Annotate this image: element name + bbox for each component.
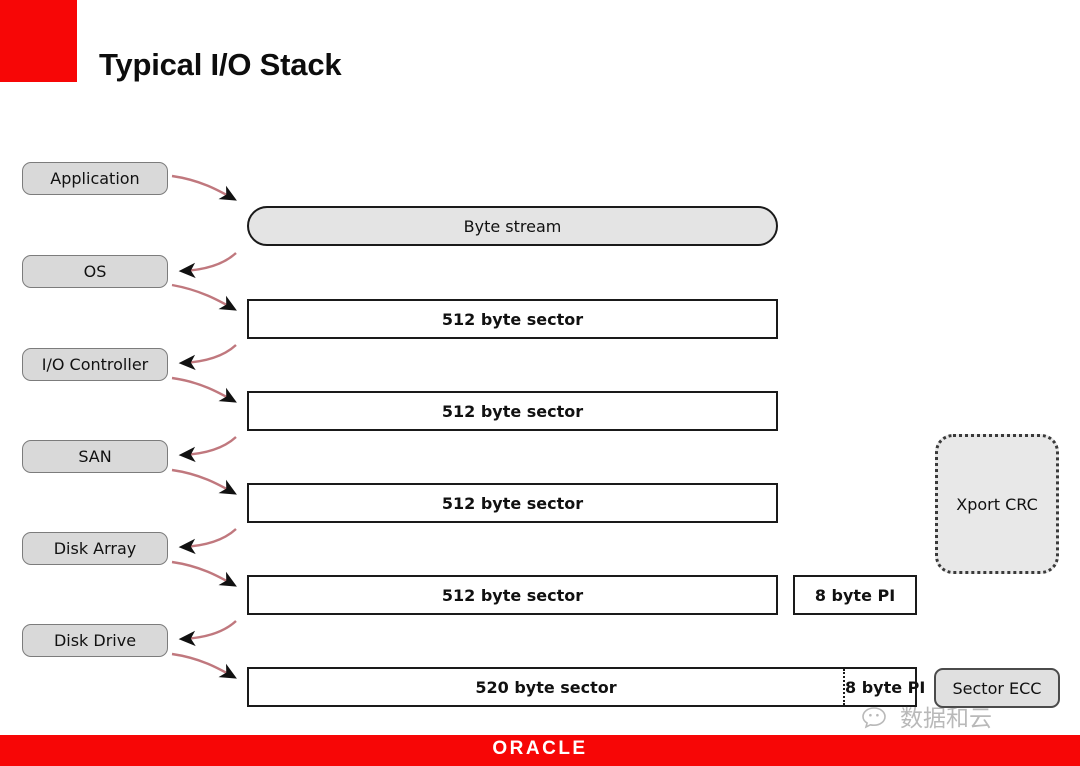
- data-box-sector-disk-array[interactable]: 512 byte sector: [247, 575, 778, 615]
- data-box-label: 512 byte sector: [441, 401, 584, 421]
- page-title: Typical I/O Stack: [99, 47, 342, 82]
- arrow-sector-up-san: [178, 436, 237, 463]
- arrow-byte-stream-up: [178, 252, 237, 279]
- arrow-os-down: [171, 283, 237, 311]
- stage-label-application[interactable]: Application: [22, 162, 168, 195]
- watermark: 数据和云: [862, 706, 992, 732]
- data-box-label: 8 byte PI: [814, 585, 896, 605]
- data-box-sector-disk-drive[interactable]: 520 byte sector 8 byte PI: [247, 667, 925, 707]
- data-box-byte-stream[interactable]: Byte stream: [247, 206, 778, 246]
- stage-label-san[interactable]: SAN: [22, 440, 168, 473]
- data-box-label: 512 byte sector: [441, 493, 584, 513]
- stage-label-io-controller[interactable]: I/O Controller: [22, 348, 168, 381]
- data-box-sector-os[interactable]: 512 byte sector: [247, 299, 778, 339]
- data-box-label-main: 520 byte sector: [475, 677, 617, 697]
- arrow-sector-up-disk-array: [178, 528, 237, 555]
- stage-label-text: OS: [83, 262, 107, 281]
- oracle-logo: ORACLE: [492, 738, 588, 759]
- arrow-sector-up-disk-drive: [178, 620, 237, 647]
- annotation-label: Sector ECC: [952, 678, 1042, 698]
- arrow-application-down: [171, 174, 237, 201]
- wechat-icon: [862, 707, 886, 729]
- annotation-sector-ecc[interactable]: Sector ECC: [934, 668, 1060, 708]
- data-box-label: 512 byte sector: [441, 309, 584, 329]
- arrow-disk-array-down: [171, 560, 237, 587]
- data-box-label-pi: 8 byte PI: [843, 669, 925, 705]
- watermark-text: 数据和云: [900, 705, 992, 732]
- data-box-sector-io-controller[interactable]: 512 byte sector: [247, 391, 778, 431]
- annotation-xport-crc[interactable]: Xport CRC: [935, 434, 1059, 574]
- data-box-label: 512 byte sector: [441, 585, 584, 605]
- stage-label-disk-array[interactable]: Disk Array: [22, 532, 168, 565]
- stage-label-os[interactable]: OS: [22, 255, 168, 288]
- annotation-label: Xport CRC: [956, 494, 1038, 514]
- data-box-pi-disk-array[interactable]: 8 byte PI: [793, 575, 917, 615]
- brand-red-square: [0, 0, 77, 82]
- stage-label-text: Disk Drive: [53, 631, 137, 650]
- stage-label-text: Application: [50, 169, 140, 188]
- data-box-label: Byte stream: [463, 216, 562, 236]
- arrow-sector-up-io: [178, 344, 237, 371]
- data-box-sector-san[interactable]: 512 byte sector: [247, 483, 778, 523]
- stage-label-disk-drive[interactable]: Disk Drive: [22, 624, 168, 657]
- arrow-san-down: [171, 468, 237, 495]
- arrow-io-controller-down: [171, 376, 237, 403]
- arrow-disk-drive-down: [171, 652, 237, 679]
- slide-canvas: Typical I/O Stack Application OS I/O Con…: [0, 0, 1080, 766]
- stage-label-text: Disk Array: [53, 539, 137, 558]
- stage-label-text: SAN: [78, 447, 112, 466]
- stage-label-text: I/O Controller: [41, 355, 149, 374]
